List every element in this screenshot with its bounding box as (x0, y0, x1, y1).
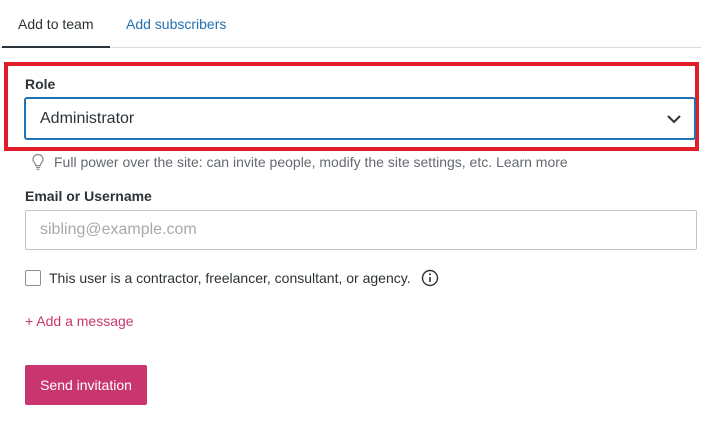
role-label: Role (25, 76, 56, 92)
contractor-label[interactable]: This user is a contractor, freelancer, c… (49, 270, 411, 286)
learn-more-link[interactable]: Learn more (496, 154, 568, 170)
send-invitation-button[interactable]: Send invitation (25, 365, 147, 405)
tab-add-subscribers[interactable]: Add subscribers (110, 0, 242, 48)
role-select[interactable]: Administrator (25, 98, 695, 139)
email-field[interactable] (25, 210, 697, 250)
add-message-link[interactable]: + Add a message (25, 313, 134, 329)
tab-bar: Add to team Add subscribers (0, 0, 701, 48)
role-hint-text: Full power over the site: can invite peo… (54, 154, 493, 170)
chevron-down-icon (667, 115, 681, 124)
email-label: Email or Username (25, 188, 152, 204)
contractor-row: This user is a contractor, freelancer, c… (25, 268, 439, 288)
role-hint: Full power over the site: can invite peo… (30, 152, 568, 172)
lightbulb-icon (32, 153, 44, 171)
contractor-checkbox[interactable] (25, 270, 41, 286)
role-select-value: Administrator (40, 110, 135, 127)
tab-add-to-team[interactable]: Add to team (2, 0, 110, 48)
info-icon[interactable] (421, 269, 439, 287)
